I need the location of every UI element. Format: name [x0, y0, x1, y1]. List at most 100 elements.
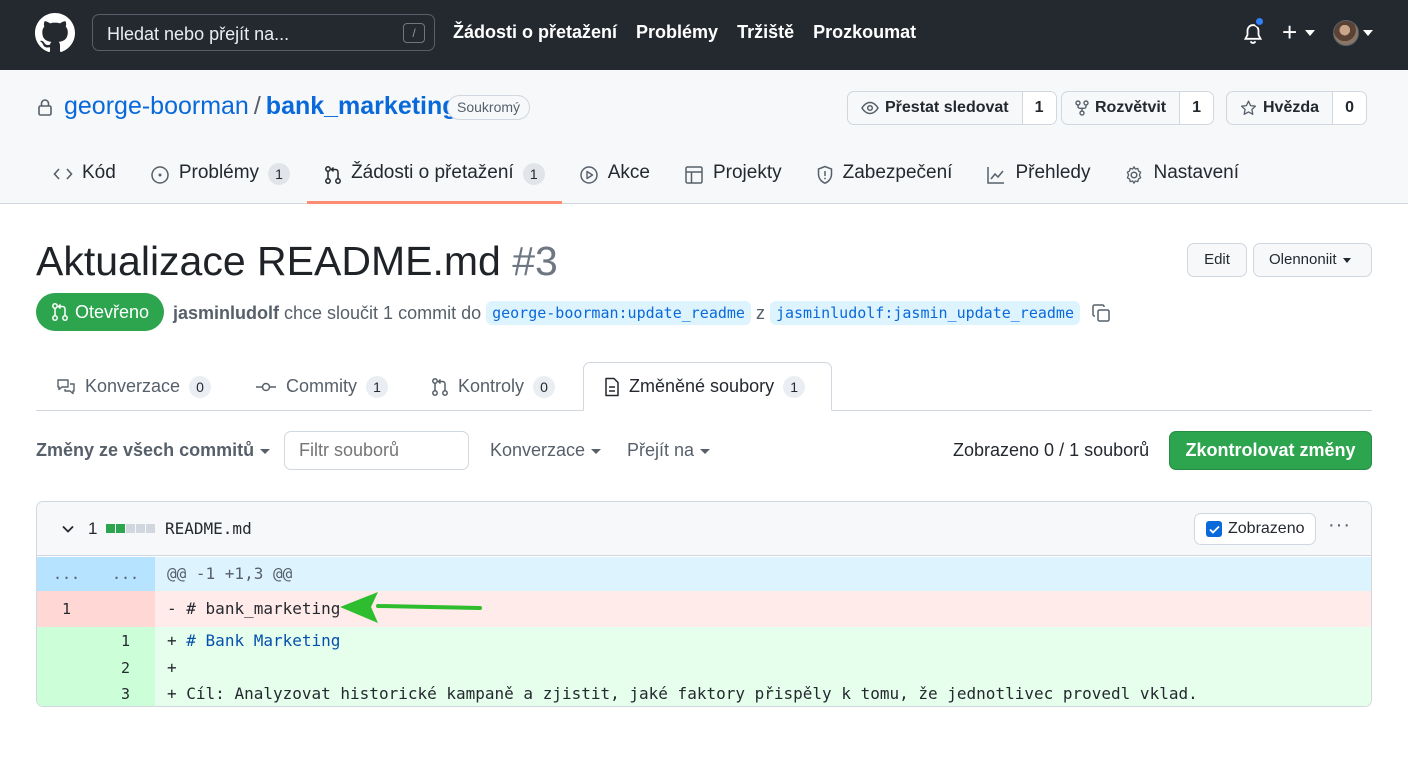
tab-actions[interactable]: Akce	[562, 152, 667, 204]
pr-tab-conversation[interactable]: Konverzace 0	[56, 362, 212, 411]
commit-icon	[256, 382, 276, 391]
diffstat-block-added	[106, 524, 115, 533]
user-avatar[interactable]	[1333, 20, 1359, 46]
table-icon	[685, 166, 703, 184]
diff-line-text: # bank_marketing	[186, 599, 341, 618]
tab-label: Projekty	[712, 162, 782, 183]
pr-tab-counter: 0	[533, 375, 556, 398]
repo-tabs: Kód Problémy 1 Žádosti o přetažení 1 Akc…	[36, 152, 1256, 204]
pr-tab-commits[interactable]: Commity 1	[255, 362, 388, 411]
pr-tab-checks[interactable]: Kontroly 0	[431, 362, 556, 411]
tab-projects[interactable]: Projekty	[667, 152, 799, 204]
tab-settings[interactable]: Nastavení	[1107, 152, 1256, 204]
nav-explore[interactable]: Prozkoumat	[813, 22, 916, 43]
old-line-number[interactable]: 1	[37, 591, 96, 627]
tab-code[interactable]: Kód	[36, 152, 133, 204]
tab-insights[interactable]: Přehledy	[969, 152, 1107, 204]
diff-sign: +	[167, 684, 177, 703]
create-new-button[interactable]: +	[1282, 18, 1297, 46]
diff-line-text: Cíl: Analyzovat historické kampaně a zji…	[186, 684, 1198, 703]
pr-tab-label: Konverzace	[85, 376, 181, 396]
old-line-number	[37, 681, 96, 706]
search-placeholder: Hledat nebo přejít na...	[107, 24, 290, 44]
diff-line-code: + Cíl: Analyzovat historické kampaně a z…	[155, 681, 1371, 706]
diff-line-added: 2 +	[37, 655, 1371, 681]
head-branch[interactable]: jasminludolf:jasmin_update_readme	[769, 301, 1080, 325]
tab-pull-requests[interactable]: Žádosti o přetažení 1	[307, 152, 562, 204]
expand-down-button[interactable]: ...	[96, 557, 155, 591]
diff-line-added: 1 + # Bank Marketing	[37, 627, 1371, 655]
watch-label: Přestat sledovat	[885, 99, 1009, 116]
new-line-number[interactable]: 3	[96, 681, 155, 706]
watch-button[interactable]: Přestat sledovat	[848, 92, 1023, 124]
visibility-badge: Soukromý	[447, 95, 531, 120]
conversations-label: Konverzace	[490, 440, 586, 460]
edit-title-button[interactable]: Edit	[1187, 243, 1247, 277]
tab-security[interactable]: Zabezpečení	[799, 152, 970, 204]
star-button[interactable]: Hvězda	[1227, 92, 1334, 124]
conversations-dropdown[interactable]: Konverzace	[490, 440, 602, 461]
star-icon	[1240, 100, 1257, 115]
changes-from-dropdown[interactable]: Změny ze všech commitů	[36, 440, 271, 461]
star-label: Hvězda	[1263, 99, 1320, 116]
star-count[interactable]: 0	[1333, 92, 1367, 124]
diff-line-code: +	[155, 655, 1371, 681]
pr-tab-counter: 0	[189, 375, 212, 398]
hunk-header-row: ... ... @@ -1 +1,3 @@	[37, 557, 1371, 591]
from-word: z	[755, 302, 765, 323]
diff-line-added: 3 + Cíl: Analyzovat historické kampaně a…	[37, 681, 1371, 706]
file-diff-icon	[605, 377, 619, 396]
diffstat-block-added	[116, 524, 125, 533]
review-changes-button[interactable]: Zkontrolovat změny	[1169, 431, 1372, 470]
unread-indicator	[1254, 16, 1265, 27]
viewed-checkbox-button[interactable]: Zobrazeno	[1194, 513, 1316, 545]
nav-marketplace[interactable]: Tržiště	[737, 22, 794, 43]
checkbox-checked-icon[interactable]	[1206, 521, 1222, 537]
pr-tab-files-changed[interactable]: Změněné soubory 1	[583, 362, 832, 411]
diffstat-block-neutral	[136, 524, 145, 533]
repo-name-link[interactable]: bank_marketing	[266, 92, 458, 120]
graph-icon	[987, 167, 1005, 184]
repo-separator: /	[253, 92, 261, 120]
chevron-down-icon[interactable]	[1305, 30, 1315, 36]
file-name-link[interactable]: README.md	[165, 519, 252, 538]
new-line-number[interactable]: 1	[96, 627, 155, 655]
pull-request-icon	[52, 303, 68, 321]
pr-tab-counter: 1	[783, 375, 806, 398]
nav-pull-requests[interactable]: Žádosti o přetažení	[453, 22, 617, 43]
jump-to-dropdown[interactable]: Přejít na	[627, 440, 711, 461]
pr-title-text: Aktualizace README.md	[36, 238, 501, 284]
global-header: Hledat nebo přejít na... / Žádosti o pře…	[0, 0, 1408, 70]
tab-issues[interactable]: Problémy 1	[133, 152, 307, 204]
fork-button[interactable]: Rozvětvit	[1062, 92, 1181, 124]
kebab-menu-icon[interactable]: ···	[1328, 514, 1351, 537]
pr-meta: jasminludolf chce sloučit 1 commit do ge…	[173, 301, 1111, 325]
shield-icon	[817, 165, 832, 185]
diff-sign: -	[167, 599, 177, 618]
pr-tab-counter: 1	[366, 375, 388, 398]
github-logo-icon[interactable]	[35, 13, 75, 53]
fork-count[interactable]: 1	[1180, 92, 1214, 124]
watch-count[interactable]: 1	[1022, 92, 1056, 124]
tab-label: Nastavení	[1153, 162, 1240, 183]
expand-up-button[interactable]: ...	[37, 557, 96, 591]
new-line-number[interactable]: 2	[96, 655, 155, 681]
file-filter-input[interactable]	[284, 431, 469, 470]
search-input[interactable]: Hledat nebo přejít na... /	[92, 14, 435, 51]
new-line-number	[96, 591, 155, 627]
code-icon	[53, 168, 73, 180]
pull-request-icon	[325, 166, 342, 184]
pr-author-link[interactable]: jasminludolf	[173, 303, 279, 324]
play-icon	[579, 166, 598, 184]
diff-line-code: + # Bank Marketing	[155, 627, 1371, 655]
chevron-down-icon[interactable]	[1363, 30, 1373, 36]
diff-sign: +	[167, 631, 177, 650]
repo-owner-link[interactable]: george-boorman	[64, 92, 249, 120]
nav-issues[interactable]: Problémy	[636, 22, 718, 43]
copy-icon[interactable]	[1091, 303, 1111, 323]
base-branch[interactable]: george-boorman:update_readme	[486, 301, 751, 325]
pr-state-label: Otevřeno	[75, 301, 150, 322]
diffstat-block-neutral	[126, 524, 135, 533]
chevron-down-icon[interactable]	[61, 522, 75, 536]
code-dropdown-button[interactable]: Olennoniit	[1253, 243, 1372, 277]
